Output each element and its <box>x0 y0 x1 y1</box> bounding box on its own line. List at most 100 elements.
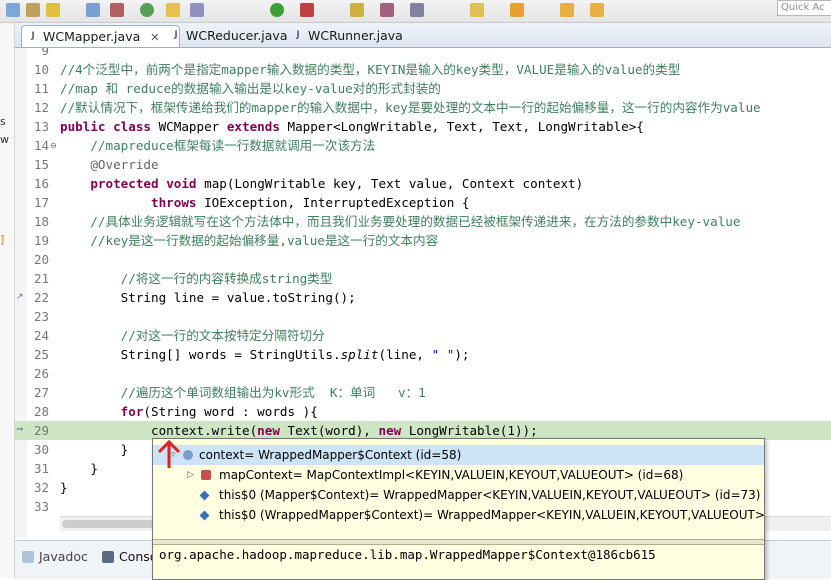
expand-toggle-icon[interactable]: ▷ <box>187 465 194 485</box>
line-number: 22 <box>33 290 49 305</box>
tab-label: WCMapper.java <box>43 29 141 44</box>
class-declaration: public class WCMapper extends Mapper<Lon… <box>60 119 644 134</box>
tab-console[interactable]: Conso <box>99 546 157 568</box>
code-line: 13 public class WCMapper extends Mapper<… <box>15 117 831 136</box>
tab-wcmapper[interactable]: J WCMapper.java ✕ <box>21 25 180 47</box>
toolbar-icon-c[interactable] <box>46 3 60 17</box>
line-number: 26 <box>33 366 49 381</box>
code-comment: //mapreduce框架每读一行数据就调用一次该方法 <box>60 138 376 153</box>
line-number: 11 <box>33 81 49 96</box>
console-icon <box>102 551 114 563</box>
final-field-icon <box>199 510 210 521</box>
close-icon[interactable]: ✕ <box>150 27 159 48</box>
line-number: 33 <box>33 499 49 514</box>
code-line: 23 <box>15 307 831 326</box>
tree-row-label: mapContext= MapContextImpl<KEYIN,VALUEIN… <box>219 468 684 482</box>
code-statement: } <box>60 480 68 495</box>
forward-icon[interactable] <box>590 3 604 17</box>
code-statement: String[] words = StringUtils.split(line,… <box>120 347 470 362</box>
java-file-icon: J <box>27 30 40 44</box>
tab-label: WCRunner.java <box>308 28 403 43</box>
code-comment: //对这一行的文本按特定分隔符切分 <box>60 328 325 343</box>
javadoc-icon <box>22 551 34 563</box>
tree-row-label: this$0 (WrappedMapper$Context)= WrappedM… <box>219 508 765 522</box>
line-number: 27 <box>33 385 49 400</box>
tree-row-label: context= WrappedMapper$Context (id=58) <box>199 448 462 462</box>
build-icon[interactable] <box>190 3 204 17</box>
code-line: ↗ 22 String line = value.toString(); <box>15 288 831 307</box>
throws-clause: throws IOException, InterruptedException… <box>151 195 470 210</box>
tab-wcreducer[interactable]: J WCReducer.java <box>165 25 287 46</box>
debug-pointer-icon: ⇒ <box>16 425 24 435</box>
code-line: 24 //对这一行的文本按特定分隔符切分 <box>15 326 831 345</box>
back-icon[interactable] <box>560 3 574 17</box>
tree-row-label: this$0 (Mapper$Context)= WrappedMapper<K… <box>219 488 761 502</box>
code-comment: //map 和 reduce的数据输入输出是以key-value对的形式封装的 <box>60 81 441 96</box>
fold-collapse-icon[interactable]: ⊖ <box>50 141 57 150</box>
next-annotation-icon[interactable] <box>510 3 524 17</box>
code-line: 9 <box>15 48 831 60</box>
open-type-icon[interactable] <box>380 3 394 17</box>
red-arrow-annotation-icon <box>157 440 181 468</box>
run-green-icon[interactable] <box>270 3 284 17</box>
code-comment: //遍历这个单词数组输出为kv形式 K：单词 v：1 <box>60 385 426 400</box>
run-icon[interactable] <box>166 3 180 17</box>
final-field-icon <box>199 490 210 501</box>
code-line: 17 throws IOException, InterruptedExcept… <box>15 193 831 212</box>
java-file-icon: J <box>170 29 183 43</box>
line-number: 31 <box>33 461 49 476</box>
code-line: 14 ⊖ //mapreduce框架每读一行数据就调用一次该方法 <box>15 136 831 155</box>
line-number: 30 <box>33 442 49 457</box>
line-number: 23 <box>33 309 49 324</box>
code-line: 19 //key是这一行数据的起始偏移量,value是这一行的文本内容 <box>15 231 831 250</box>
code-line: 28 for(String word : words ){ <box>15 402 831 421</box>
code-statement: } <box>60 461 98 476</box>
code-comment: //具体业务逻辑就写在这个方法体中，而且我们业务要处理的数据已经被框架传递进来，… <box>60 214 741 229</box>
strip-fragment: w <box>0 133 9 146</box>
line-number: 12 <box>33 100 49 115</box>
debug-icon[interactable] <box>140 3 154 17</box>
code-statement: } <box>60 442 129 457</box>
tab-label: WCReducer.java <box>186 28 288 43</box>
new-icon[interactable] <box>350 3 364 17</box>
tree-row-context[interactable]: ▿ context= WrappedMapper$Context (id=58) <box>153 445 764 465</box>
tree-row-this0-wrapped[interactable]: this$0 (WrappedMapper$Context)= WrappedM… <box>153 505 764 525</box>
variable-inspect-popup[interactable]: ▿ context= WrappedMapper$Context (id=58)… <box>152 438 765 580</box>
private-field-icon <box>201 470 211 480</box>
toolbar-icon-e[interactable] <box>110 3 124 17</box>
tab-wcrunner[interactable]: J WCRunner.java <box>287 25 403 46</box>
popup-splitter[interactable] <box>153 539 764 545</box>
code-comment: //4个泛型中，前两个是指定mapper输入数据的类型，KEYIN是输入的key… <box>60 62 681 77</box>
code-line: 12 //默认情况下，框架传递给我们的mapper的输入数据中，key是要处理的… <box>15 98 831 117</box>
search-icon[interactable] <box>410 3 424 17</box>
line-number: 17 <box>33 195 49 210</box>
tree-row-this0-mapper[interactable]: this$0 (Mapper$Context)= WrappedMapper<K… <box>153 485 764 505</box>
variable-detail-text[interactable]: org.apache.hadoop.mapreduce.lib.map.Wrap… <box>159 547 656 562</box>
toolbar-icon-d[interactable] <box>86 3 100 17</box>
toolbar-icon-b[interactable] <box>26 3 40 17</box>
tab-javadoc[interactable]: Javadoc <box>19 546 88 568</box>
code-line: 11 //map 和 reduce的数据输入输出是以key-value对的形式封… <box>15 79 831 98</box>
code-line: 21 //将这一行的内容转换成string类型 <box>15 269 831 288</box>
line-number: 29 <box>33 423 49 438</box>
line-number: 14 <box>33 138 49 153</box>
toolbar-icon-a[interactable] <box>6 3 20 17</box>
line-number: 20 <box>33 252 49 267</box>
tree-row-mapcontext[interactable]: ▷ mapContext= MapContextImpl<KEYIN,VALUE… <box>153 465 764 485</box>
quick-access-input[interactable]: Quick Ac <box>777 0 831 16</box>
annotation-icon[interactable] <box>470 3 484 17</box>
code-line: 20 <box>15 250 831 269</box>
override-annotation: @Override <box>60 157 159 172</box>
line-number: 16 <box>33 176 49 191</box>
breakpoint-marker-icon[interactable]: ↗ <box>16 292 26 302</box>
code-statement: String line = value.toString(); <box>120 290 356 305</box>
line-number: 32 <box>33 480 49 495</box>
line-number: 24 <box>33 328 49 343</box>
main-toolbar: Quick Ac <box>0 0 831 23</box>
line-number: 19 <box>33 233 49 248</box>
for-loop: for(String word : words ){ <box>120 404 318 419</box>
code-line: 18 //具体业务逻辑就写在这个方法体中，而且我们业务要处理的数据已经被框架传递… <box>15 212 831 231</box>
line-number: 28 <box>33 404 49 419</box>
code-line: 26 <box>15 364 831 383</box>
external-tools-icon[interactable] <box>300 3 314 17</box>
